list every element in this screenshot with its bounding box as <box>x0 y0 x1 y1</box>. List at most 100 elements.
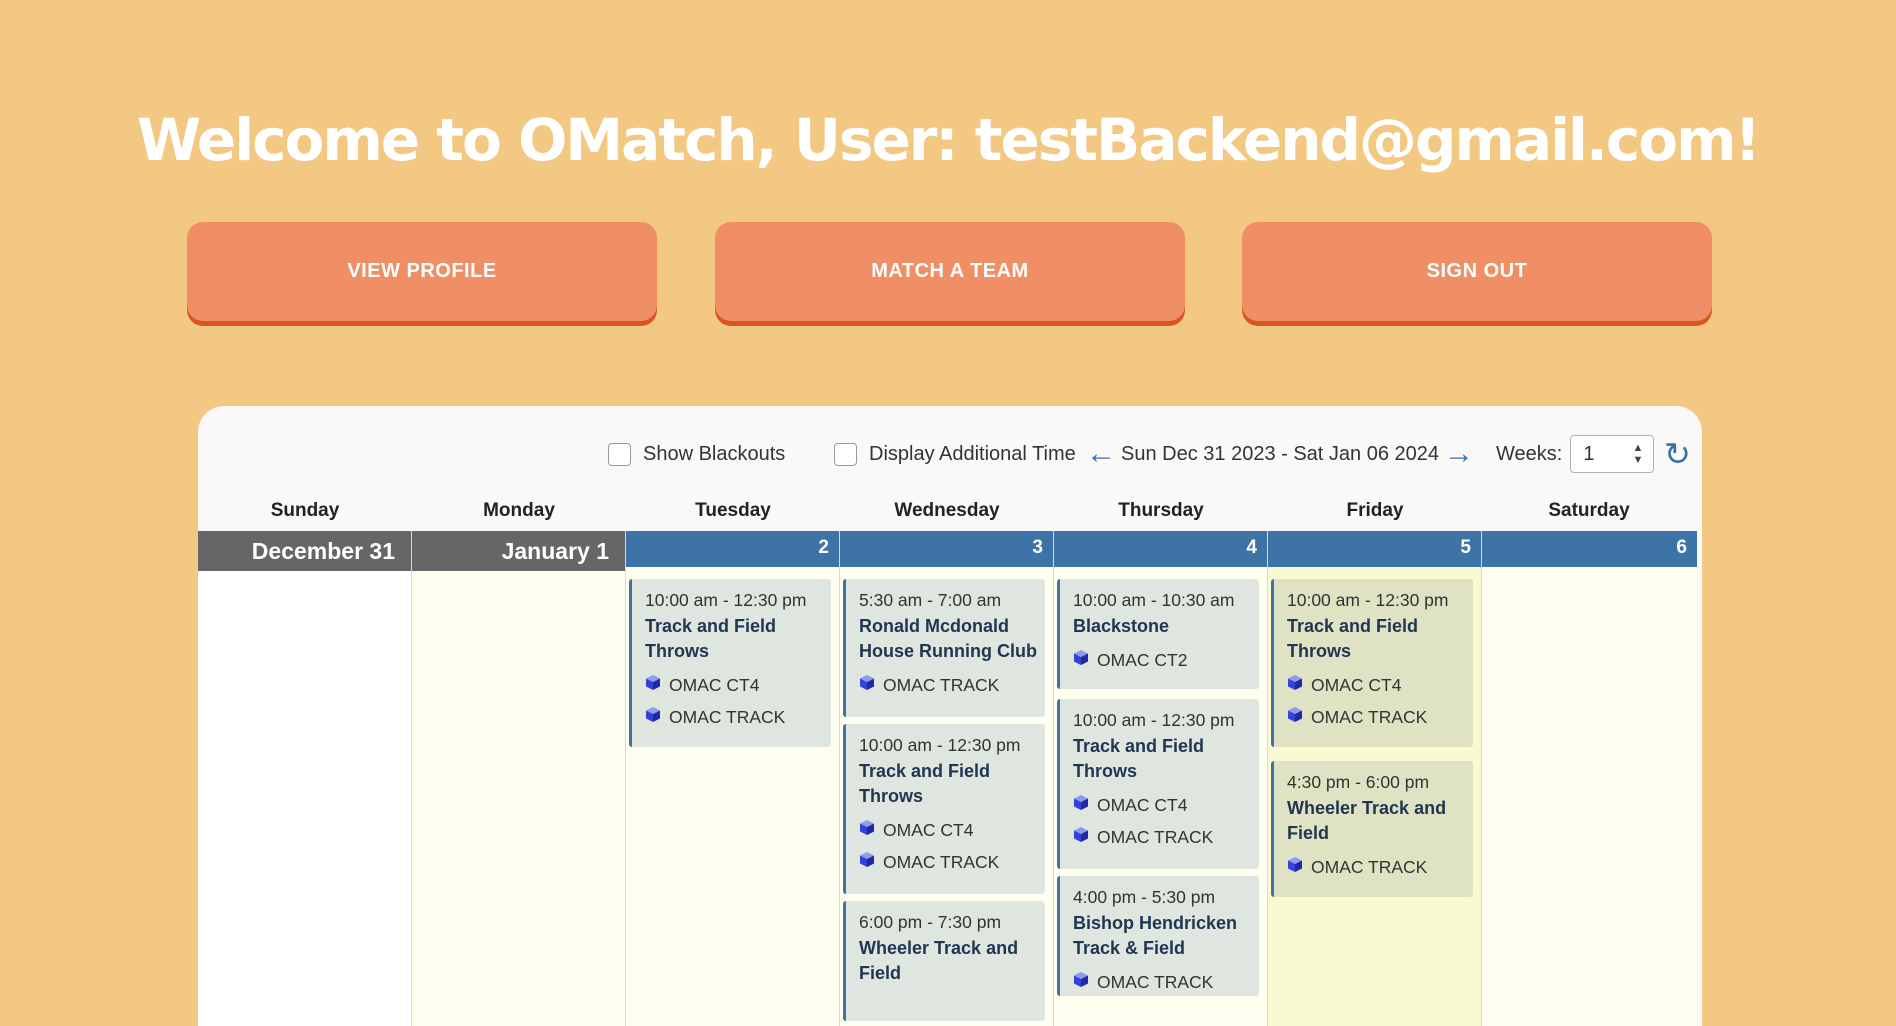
day-column-monday[interactable]: January 1 <box>412 531 626 1026</box>
day-header-tuesday: 2 <box>626 531 839 567</box>
event-title: Wheeler Track and Field <box>859 938 1019 983</box>
event-card[interactable]: 10:00 am - 12:30 pm Track and Field Throw… <box>1271 579 1473 747</box>
event-time: 10:00 am - 12:30 pm <box>859 735 1021 755</box>
event-location-label: OMAC CT2 <box>1097 650 1188 670</box>
dayname-tuesday: Tuesday <box>695 500 771 521</box>
event-card[interactable]: 4:00 pm - 5:30 pm Bishop Hendricken Track… <box>1057 876 1259 996</box>
day-header-friday: 5 <box>1268 531 1481 567</box>
event-title: Ronald Mcdonald House Running Club <box>859 616 1037 661</box>
match-a-team-button[interactable]: MATCH A TEAM <box>715 222 1185 321</box>
day-header-wednesday: 3 <box>840 531 1053 567</box>
location-cube-icon <box>1073 649 1089 671</box>
show-blackouts-toggle[interactable]: Show Blackouts <box>608 432 785 476</box>
calendar-toolbar: Show Blackouts Display Additional Time ←… <box>198 432 1702 476</box>
dayname-monday: Monday <box>483 500 555 521</box>
event-title: Track and Field Throws <box>859 761 991 806</box>
dayname-thursday: Thursday <box>1118 500 1204 521</box>
event-location-label: OMAC TRACK <box>883 675 1000 695</box>
event-location-label: OMAC TRACK <box>1097 972 1214 992</box>
event-location: OMAC CT2 <box>1073 649 1253 671</box>
weeks-stepper[interactable]: 1 ▲ ▼ <box>1570 435 1655 473</box>
day-header-saturday: 6 <box>1482 531 1697 567</box>
event-time: 10:00 am - 10:30 am <box>1073 590 1235 610</box>
event-card[interactable]: 10:00 am - 12:30 pm Track and Field Throw… <box>1057 699 1259 869</box>
event-time: 4:00 pm - 5:30 pm <box>1073 887 1216 907</box>
location-cube-icon <box>1287 706 1303 728</box>
day-column-friday[interactable]: 5 10:00 am - 12:30 pm Track and Field Thr… <box>1268 531 1482 1026</box>
location-cube-icon <box>859 674 875 696</box>
event-title: Wheeler Track and Field <box>1287 798 1447 843</box>
sign-out-button[interactable]: SIGN OUT <box>1242 222 1712 321</box>
next-week-arrow-icon[interactable]: → <box>1444 432 1474 476</box>
location-cube-icon <box>1073 971 1089 993</box>
event-time: 10:00 am - 12:30 pm <box>1073 710 1235 730</box>
refresh-icon[interactable]: ↻ <box>1664 432 1691 476</box>
day-column-wednesday[interactable]: 3 5:30 am - 7:00 am Ronald Mcdonald House… <box>840 531 1054 1026</box>
event-time: 5:30 am - 7:00 am <box>859 590 1002 610</box>
event-location-label: OMAC TRACK <box>883 852 1000 872</box>
spinner-arrows-icon[interactable]: ▲ ▼ <box>1632 442 1643 466</box>
dayname-sunday: Sunday <box>270 500 340 521</box>
day-header-sunday: December 31 <box>198 531 411 571</box>
show-blackouts-checkbox[interactable] <box>608 442 631 466</box>
event-time: 10:00 am - 12:30 pm <box>1287 590 1449 610</box>
display-additional-time-checkbox[interactable] <box>834 442 857 466</box>
view-profile-button[interactable]: VIEW PROFILE <box>187 222 657 321</box>
event-time: 4:30 pm - 6:00 pm <box>1287 772 1430 792</box>
event-location: OMAC CT4 <box>859 819 1039 841</box>
event-location: OMAC TRACK <box>859 851 1039 873</box>
day-column-sunday[interactable]: December 31 <box>198 531 412 1026</box>
location-cube-icon <box>645 674 661 696</box>
event-location: OMAC TRACK <box>1287 856 1467 878</box>
event-title: Track and Field Throws <box>645 616 777 661</box>
event-location: OMAC TRACK <box>1073 971 1253 993</box>
event-title: Blackstone <box>1073 616 1170 636</box>
event-location-label: OMAC CT4 <box>669 675 760 695</box>
location-cube-icon <box>1073 826 1089 848</box>
event-location-label: OMAC TRACK <box>1097 827 1214 847</box>
dayname-friday: Friday <box>1346 500 1404 521</box>
location-cube-icon <box>859 851 875 873</box>
event-card[interactable]: 10:00 am - 12:30 pm Track and Field Throw… <box>843 724 1045 894</box>
event-location: OMAC CT4 <box>645 674 825 696</box>
day-header-monday: January 1 <box>412 531 625 571</box>
event-title: Track and Field Throws <box>1073 736 1205 781</box>
event-card[interactable]: 10:00 am - 12:30 pm Track and Field Throw… <box>629 579 831 747</box>
show-blackouts-label: Show Blackouts <box>643 442 786 465</box>
event-location: OMAC CT4 <box>1073 794 1253 816</box>
event-location: OMAC TRACK <box>1287 706 1467 728</box>
event-location: OMAC CT4 <box>1287 674 1467 696</box>
event-location-label: OMAC TRACK <box>1311 707 1428 727</box>
day-header-thursday: 4 <box>1054 531 1267 567</box>
location-cube-icon <box>1287 856 1303 878</box>
event-location: OMAC TRACK <box>859 674 1039 696</box>
event-location-label: OMAC TRACK <box>1311 857 1428 877</box>
event-location: OMAC TRACK <box>1073 826 1253 848</box>
date-range-label: Sun Dec 31 2023 - Sat Jan 06 2024 <box>1121 442 1440 465</box>
event-location: OMAC TRACK <box>645 706 825 728</box>
event-card[interactable]: 10:00 am - 10:30 am Blackstone OMAC CT2 <box>1057 579 1259 689</box>
event-card[interactable]: 4:30 pm - 6:00 pm Wheeler Track and Field… <box>1271 761 1473 897</box>
weeks-value: 1 <box>1583 442 1595 465</box>
prev-week-arrow-icon[interactable]: ← <box>1086 432 1116 476</box>
day-column-thursday[interactable]: 4 10:00 am - 10:30 am Blackstone OMAC CT2 1… <box>1054 531 1268 1026</box>
welcome-heading: Welcome to OMatch, User: testBackend@gma… <box>136 106 1761 174</box>
event-location-label: OMAC TRACK <box>669 707 786 727</box>
event-time: 6:00 pm - 7:30 pm <box>859 912 1002 932</box>
day-column-saturday[interactable]: 6 <box>1482 531 1697 1026</box>
location-cube-icon <box>645 706 661 728</box>
location-cube-icon <box>1073 794 1089 816</box>
event-title: Bishop Hendricken Track & Field <box>1073 913 1238 958</box>
display-additional-time-toggle[interactable]: Display Additional Time <box>834 432 1076 476</box>
event-card[interactable]: 5:30 am - 7:00 am Ronald Mcdonald House R… <box>843 579 1045 717</box>
location-cube-icon <box>859 819 875 841</box>
event-title: Track and Field Throws <box>1287 616 1419 661</box>
weeks-label: Weeks: <box>1496 442 1563 465</box>
location-cube-icon <box>1287 674 1303 696</box>
day-column-tuesday[interactable]: 2 10:00 am - 12:30 pm Track and Field Thr… <box>626 531 840 1026</box>
event-card[interactable]: 6:00 pm - 7:30 pm Wheeler Track and Field <box>843 901 1045 1021</box>
calendar-panel: Show Blackouts Display Additional Time ←… <box>198 406 1702 1026</box>
event-location-label: OMAC CT4 <box>883 820 974 840</box>
event-location-label: OMAC CT4 <box>1311 675 1402 695</box>
dayname-saturday: Saturday <box>1548 500 1630 521</box>
